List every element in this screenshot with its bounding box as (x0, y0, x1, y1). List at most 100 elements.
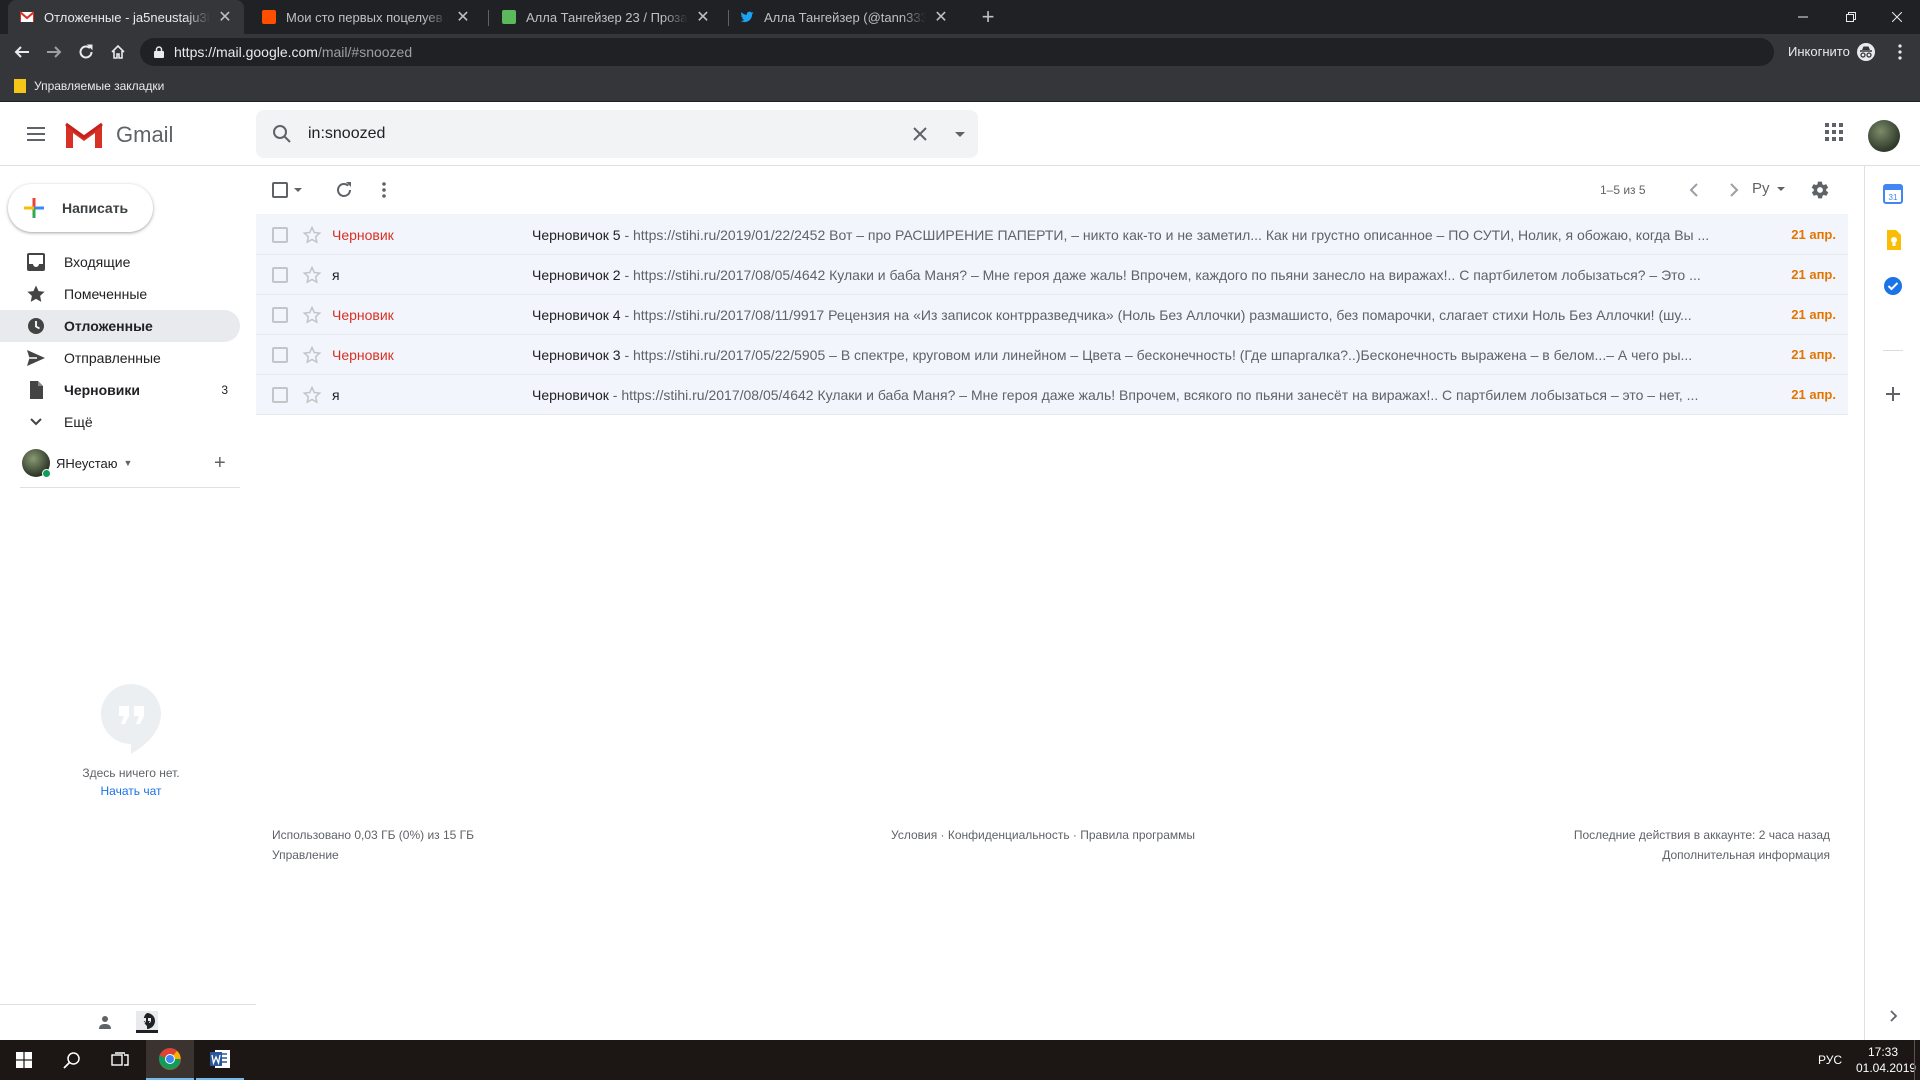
row-body: Черновичок 3 - https://stihi.ru/2017/05/… (532, 347, 1756, 363)
sidebar-item-snoozed[interactable]: Отложенные (0, 310, 240, 342)
search-icon[interactable] (48, 1040, 96, 1080)
search-input[interactable] (308, 122, 868, 146)
input-tools-button[interactable]: Ру (1752, 180, 1788, 197)
hangouts-user[interactable]: ЯНеустаю ▼ + (22, 448, 238, 478)
home-button[interactable] (106, 40, 130, 64)
star-outline-icon[interactable] (302, 305, 322, 325)
url-host: https://mail.google.com (174, 44, 318, 60)
row-checkbox[interactable] (272, 387, 288, 403)
select-all-checkbox[interactable] (272, 182, 304, 198)
sidebar-item-more[interactable]: Ещё (0, 406, 240, 438)
google-apps-icon[interactable] (1824, 122, 1844, 142)
url-path: /mail/#snoozed (317, 44, 413, 60)
show-desktop-button[interactable] (1914, 1040, 1920, 1080)
bookmarks-bar: Управляемые закладки (0, 70, 1920, 102)
activity-details-link[interactable]: Дополнительная информация (1356, 848, 1830, 862)
prev-page-icon[interactable] (1684, 180, 1704, 200)
chevron-right-icon[interactable] (1881, 1004, 1905, 1028)
reload-button[interactable] (74, 40, 98, 64)
sidebar-item-label: Отложенные (64, 318, 153, 334)
task-view-icon[interactable] (96, 1040, 144, 1080)
gmail-icon (20, 10, 34, 24)
settings-gear-icon[interactable] (1810, 180, 1830, 200)
tasks-icon[interactable] (1881, 274, 1905, 298)
windows-start-icon[interactable] (0, 1040, 48, 1080)
table-row[interactable]: я Черновичок - https://stihi.ru/2017/08/0… (256, 375, 1848, 415)
star-outline-icon[interactable] (302, 265, 322, 285)
keyboard-language[interactable]: РУС (1818, 1053, 1842, 1067)
account-avatar[interactable] (1868, 120, 1900, 152)
clear-search-icon[interactable] (908, 122, 932, 146)
browser-tab-twitter[interactable]: Алла Тангейзер (@tann333111a ✕ (728, 0, 960, 34)
close-icon[interactable]: ✕ (694, 7, 712, 27)
keep-icon[interactable] (1881, 228, 1905, 252)
table-row[interactable]: Черновик Черновичок 5 - https://stihi.ru/… (256, 215, 1848, 255)
tab-title: Отложенные - ja5neustaju3bytj (44, 9, 210, 25)
start-chat-link[interactable]: Начать чат (0, 784, 262, 798)
row-checkbox[interactable] (272, 307, 288, 323)
star-outline-icon[interactable] (302, 225, 322, 245)
row-snippet: - https://stihi.ru/2017/08/05/4642 Кулак… (620, 267, 1701, 283)
close-window-button[interactable] (1874, 0, 1920, 34)
table-row[interactable]: Черновик Черновичок 3 - https://stihi.ru/… (256, 335, 1848, 375)
row-checkbox[interactable] (272, 227, 288, 243)
table-row[interactable]: я Черновичок 2 - https://stihi.ru/2017/08… (256, 255, 1848, 295)
manage-storage-link[interactable]: Управление (272, 848, 339, 862)
compose-button[interactable]: Написать (8, 184, 153, 232)
sidebar-item-sent[interactable]: Отправленные (0, 342, 240, 374)
word-taskbar-icon[interactable] (196, 1040, 244, 1080)
sidebar-item-inbox[interactable]: Входящие (0, 246, 240, 278)
sidebar-item-drafts[interactable]: Черновики 3 (0, 374, 240, 406)
forward-button[interactable] (42, 40, 66, 64)
online-status-dot (42, 469, 51, 478)
star-outline-icon[interactable] (302, 345, 322, 365)
sidebar-item-starred[interactable]: Помеченные (0, 278, 240, 310)
person-icon[interactable] (98, 1015, 112, 1029)
bookmark-folder-managed[interactable]: Управляемые закладки (34, 79, 164, 93)
table-row[interactable]: Черновик Черновичок 4 - https://stihi.ru/… (256, 295, 1848, 335)
policies-links[interactable]: Условия · Конфиденциальность · Правила п… (891, 828, 1195, 842)
chrome-taskbar-icon[interactable] (146, 1040, 194, 1080)
address-bar[interactable]: https://mail.google.com/mail/#snoozed (140, 38, 1774, 66)
incognito-label: Инкогнито (1788, 44, 1850, 59)
browser-tab-gmail[interactable]: Отложенные - ja5neustaju3bytj ✕ (8, 0, 244, 34)
minimize-button[interactable] (1780, 0, 1826, 34)
back-button[interactable] (10, 40, 34, 64)
stihi-icon (262, 10, 276, 24)
row-date: 21 апр. (1791, 227, 1836, 242)
menu-dots-icon[interactable] (1888, 40, 1912, 64)
browser-tab-stihi[interactable]: Мои сто первых поцелуев (Ноль ✕ (250, 0, 482, 34)
star-icon (27, 285, 45, 302)
add-addon-icon[interactable] (1881, 382, 1905, 406)
refresh-icon[interactable] (334, 180, 354, 200)
hangouts-quote-icon (101, 684, 161, 754)
add-contact-icon[interactable]: + (214, 453, 226, 473)
row-checkbox[interactable] (272, 267, 288, 283)
restore-button[interactable] (1828, 0, 1874, 34)
close-icon[interactable]: ✕ (216, 7, 234, 27)
incognito-icon[interactable] (1854, 40, 1878, 64)
lock-icon (154, 46, 164, 58)
hangouts-icon[interactable] (136, 1011, 158, 1033)
more-options-icon[interactable] (374, 180, 394, 200)
close-icon[interactable]: ✕ (454, 7, 472, 27)
system-clock[interactable]: 17:33 01.04.2019 (1856, 1044, 1916, 1076)
row-sender: я (332, 387, 340, 403)
calendar-icon[interactable]: 31 (1881, 182, 1905, 206)
windows-taskbar: РУС 17:33 01.04.2019 (0, 1040, 1920, 1080)
row-checkbox[interactable] (272, 347, 288, 363)
close-icon[interactable]: ✕ (932, 7, 950, 27)
search-options-icon[interactable] (948, 122, 972, 146)
sidebar-item-label: Отправленные (64, 350, 161, 366)
gmail-logo[interactable]: Gmail (64, 120, 173, 150)
message-list: Черновик Черновичок 5 - https://stihi.ru/… (256, 214, 1848, 415)
search-icon[interactable] (270, 122, 294, 146)
caret-down-icon[interactable]: ▼ (124, 458, 133, 468)
url-text: https://mail.google.com/mail/#snoozed (174, 44, 412, 60)
next-page-icon[interactable] (1724, 180, 1744, 200)
star-outline-icon[interactable] (302, 385, 322, 405)
pagination-info: 1–5 из 5 (1600, 183, 1646, 197)
new-tab-button[interactable]: + (975, 4, 1001, 30)
browser-tab-proza[interactable]: Алла Тангейзер 23 / Проза.ру ✕ (490, 0, 722, 34)
main-menu-button[interactable] (22, 120, 50, 148)
